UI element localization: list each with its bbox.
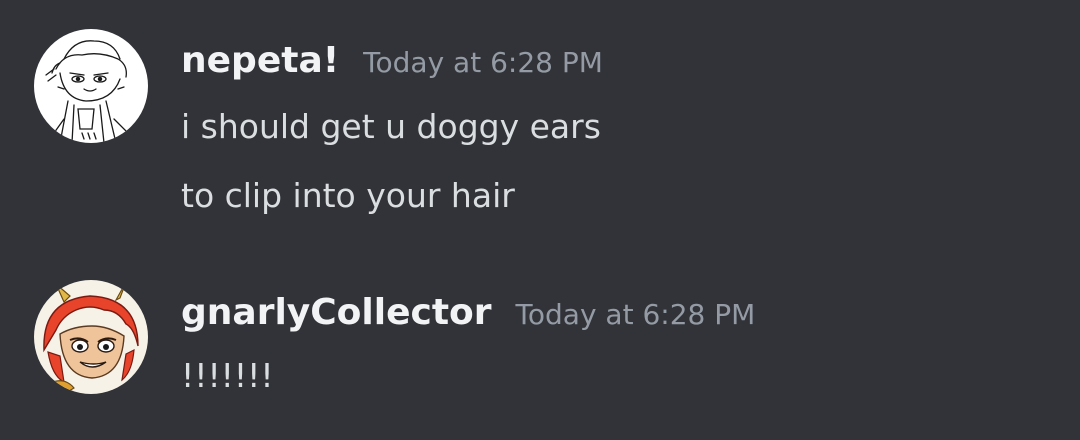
message-text: i should get u doggy ears xyxy=(181,107,601,146)
chat-messages: nepeta! Today at 6:28 PM i should get u … xyxy=(0,0,1080,440)
avatar[interactable] xyxy=(34,29,148,143)
username[interactable]: gnarlyCollector xyxy=(181,292,492,333)
message-text: !!!!!!! xyxy=(181,356,274,395)
message-text: to clip into your hair xyxy=(181,176,515,215)
avatar[interactable] xyxy=(34,280,148,394)
timestamp: Today at 6:28 PM xyxy=(515,298,756,331)
timestamp: Today at 6:28 PM xyxy=(363,46,603,79)
message-header: gnarlyCollector Today at 6:28 PM xyxy=(181,292,755,333)
message-header: nepeta! Today at 6:28 PM xyxy=(181,40,603,81)
red-haired-character-avatar-icon xyxy=(34,280,148,394)
username[interactable]: nepeta! xyxy=(181,40,339,81)
sketch-character-avatar-icon xyxy=(34,29,148,143)
